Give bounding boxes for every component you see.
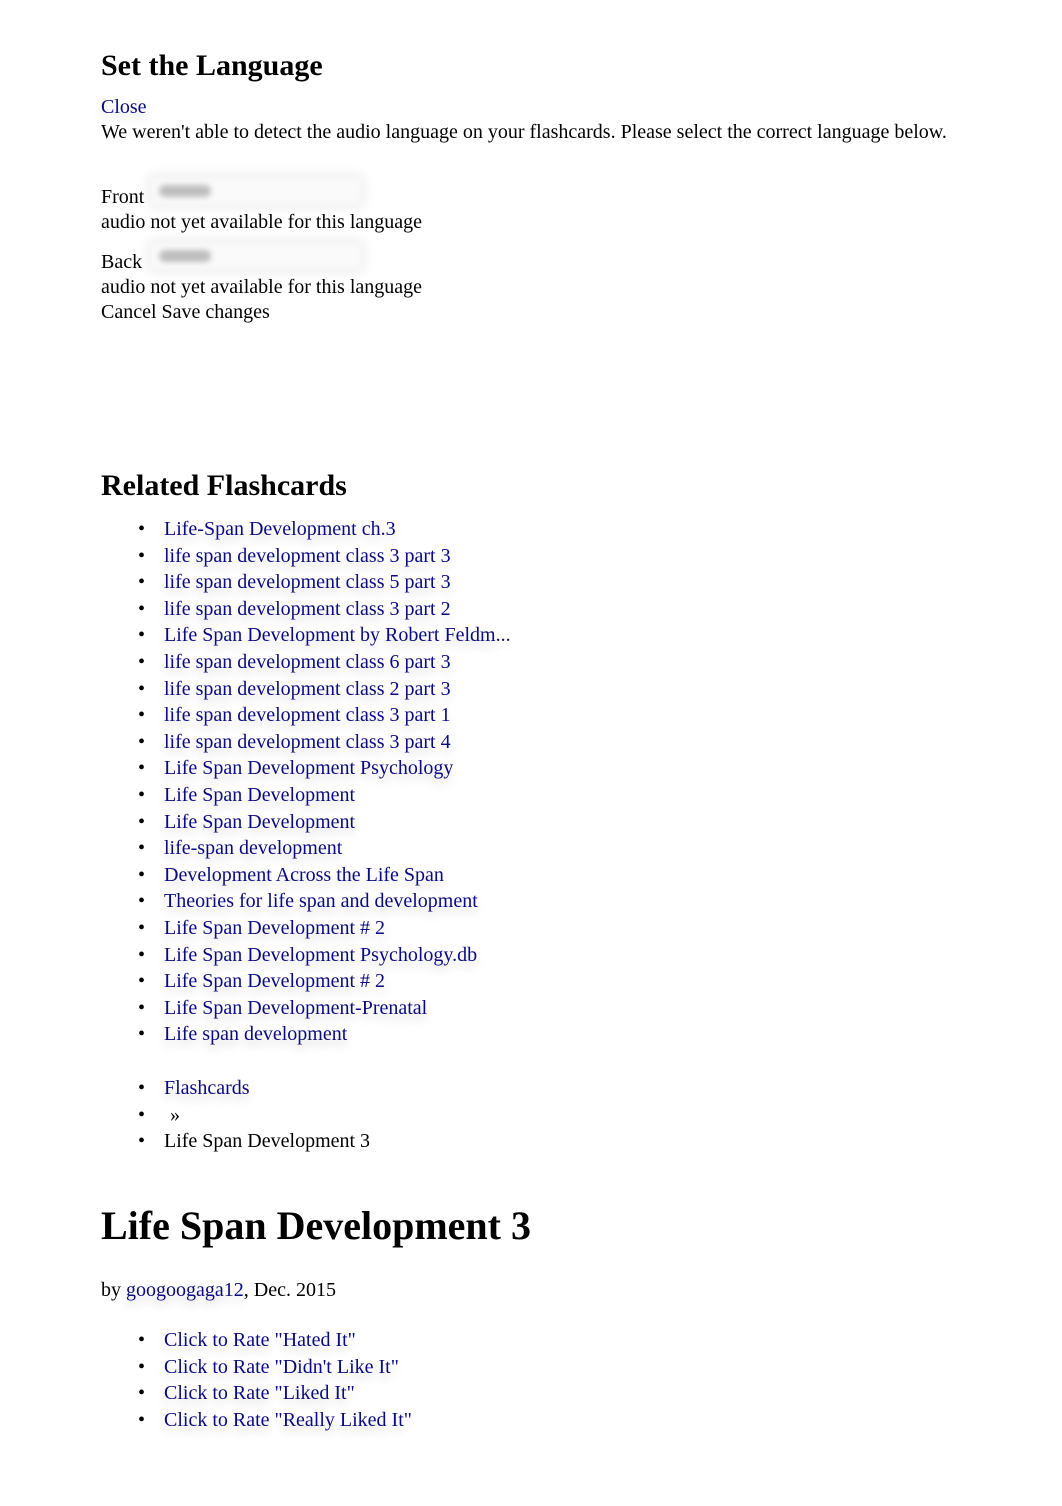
byline-prefix: by (101, 1279, 126, 1301)
language-dialog-description: We weren't able to detect the audio lang… (101, 121, 947, 143)
list-item: life span development class 6 part 3 (101, 649, 511, 676)
list-item: Life Span Development (101, 782, 511, 809)
breadcrumb-separator-icon: » (170, 1103, 180, 1126)
rate-hated-it-link[interactable]: Click to Rate "Hated It" (164, 1329, 356, 1351)
rating-list: Click to Rate "Hated It" Click to Rate "… (101, 1327, 412, 1433)
list-item: life span development class 3 part 4 (101, 729, 511, 756)
list-item: Click to Rate "Really Liked It" (101, 1407, 412, 1434)
front-language-value (159, 185, 211, 197)
breadcrumb-current: Life Span Development 3 (164, 1130, 371, 1153)
cancel-button[interactable]: Cancel (101, 301, 157, 323)
list-item: Life Span Development (101, 809, 511, 836)
related-link[interactable]: Life Span Development-Prenatal (164, 997, 427, 1019)
list-item: Click to Rate "Hated It" (101, 1327, 412, 1354)
list-item: Life Span Development # 2 (101, 968, 511, 995)
related-link[interactable]: Life-Span Development ch.3 (164, 518, 396, 540)
related-link[interactable]: Development Across the Life Span (164, 864, 444, 886)
related-link[interactable]: Life span development (164, 1023, 347, 1045)
list-item: life span development class 3 part 2 (101, 596, 511, 623)
breadcrumb: Flashcards » Life Span Development 3 (101, 1075, 370, 1155)
front-label: Front (101, 186, 145, 208)
list-item: Life Span Development-Prenatal (101, 995, 511, 1022)
rate-didnt-like-it-link[interactable]: Click to Rate "Didn't Like It" (164, 1356, 399, 1378)
back-language-select[interactable] (151, 243, 361, 269)
list-item: Life Span Development Psychology.db (101, 942, 511, 969)
list-item: life span development class 5 part 3 (101, 569, 511, 596)
related-flashcards-list: Life-Span Development ch.3 life span dev… (101, 516, 511, 1048)
author-link[interactable]: googoogaga12 (126, 1279, 244, 1301)
list-item: Development Across the Life Span (101, 862, 511, 889)
breadcrumb-flashcards-link[interactable]: Flashcards (164, 1077, 250, 1099)
byline: by googoogaga12, Dec. 2015 (101, 1278, 336, 1303)
list-item: life span development class 2 part 3 (101, 676, 511, 703)
related-link[interactable]: Life Span Development Psychology (164, 757, 453, 779)
related-link[interactable]: Life Span Development Psychology.db (164, 944, 477, 966)
related-link[interactable]: Life Span Development # 2 (164, 917, 385, 939)
list-item: Click to Rate "Liked It" (101, 1380, 412, 1407)
related-link[interactable]: Life Span Development by Robert Feldm... (164, 624, 511, 646)
list-item: Life Span Development Psychology (101, 755, 511, 782)
related-link[interactable]: life span development class 3 part 3 (164, 545, 451, 567)
list-item: life span development class 3 part 1 (101, 702, 511, 729)
related-link[interactable]: life-span development (164, 837, 342, 859)
related-link[interactable]: life span development class 5 part 3 (164, 571, 451, 593)
close-link[interactable]: Close (101, 95, 147, 120)
list-item: Life-Span Development ch.3 (101, 516, 511, 543)
back-language-value (159, 250, 211, 262)
related-link[interactable]: life span development class 2 part 3 (164, 678, 451, 700)
related-link[interactable]: Life Span Development # 2 (164, 970, 385, 992)
breadcrumb-item: Life Span Development 3 (101, 1128, 370, 1155)
front-audio-note: audio not yet available for this languag… (101, 211, 423, 233)
breadcrumb-item: » (101, 1102, 370, 1129)
related-link[interactable]: Life Span Development (164, 811, 355, 833)
list-item: Click to Rate "Didn't Like It" (101, 1354, 412, 1381)
front-language-select[interactable] (151, 178, 361, 204)
rate-really-liked-it-link[interactable]: Click to Rate "Really Liked It" (164, 1409, 412, 1431)
list-item: Theories for life span and development (101, 888, 511, 915)
save-changes-button[interactable]: Save changes (162, 301, 270, 323)
dialog-actions: Cancel Save changes (101, 300, 270, 325)
list-item: Life span development (101, 1021, 511, 1048)
list-item: Life Span Development # 2 (101, 915, 511, 942)
back-label: Back (101, 251, 143, 273)
list-item: life-span development (101, 835, 511, 862)
list-item: life span development class 3 part 3 (101, 543, 511, 570)
breadcrumb-item: Flashcards (101, 1075, 370, 1102)
rate-liked-it-link[interactable]: Click to Rate "Liked It" (164, 1382, 355, 1404)
back-audio-note: audio not yet available for this languag… (101, 276, 423, 298)
byline-date: , Dec. 2015 (243, 1279, 336, 1301)
page-title: Life Span Development 3 (101, 1203, 531, 1248)
related-link[interactable]: life span development class 3 part 2 (164, 598, 451, 620)
related-link[interactable]: life span development class 6 part 3 (164, 651, 451, 673)
list-item: Life Span Development by Robert Feldm... (101, 622, 511, 649)
language-dialog-title: Set the Language (101, 49, 323, 82)
related-flashcards-heading: Related Flashcards (101, 469, 347, 502)
related-link[interactable]: life span development class 3 part 1 (164, 704, 451, 726)
related-link[interactable]: life span development class 3 part 4 (164, 731, 451, 753)
related-link[interactable]: Life Span Development (164, 784, 355, 806)
related-link[interactable]: Theories for life span and development (164, 890, 478, 912)
